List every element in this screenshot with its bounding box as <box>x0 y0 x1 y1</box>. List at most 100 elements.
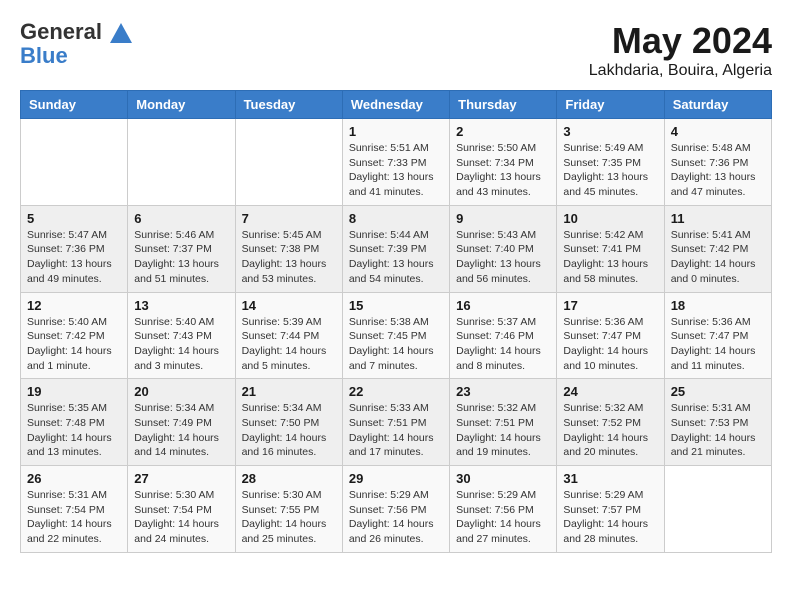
logo: General Blue <box>20 20 132 68</box>
day-number: 9 <box>456 211 550 226</box>
day-cell <box>21 119 128 206</box>
day-cell: 14 Sunrise: 5:39 AM Sunset: 7:44 PM Dayli… <box>235 292 342 379</box>
day-number: 15 <box>349 298 443 313</box>
day-info: Sunrise: 5:42 AM Sunset: 7:41 PM Dayligh… <box>563 228 657 287</box>
day-info: Sunrise: 5:34 AM Sunset: 7:49 PM Dayligh… <box>134 401 228 460</box>
day-cell: 13 Sunrise: 5:40 AM Sunset: 7:43 PM Dayli… <box>128 292 235 379</box>
day-cell: 6 Sunrise: 5:46 AM Sunset: 7:37 PM Daylig… <box>128 205 235 292</box>
day-number: 12 <box>27 298 121 313</box>
day-cell: 17 Sunrise: 5:36 AM Sunset: 7:47 PM Dayli… <box>557 292 664 379</box>
day-info: Sunrise: 5:51 AM Sunset: 7:33 PM Dayligh… <box>349 141 443 200</box>
day-cell: 15 Sunrise: 5:38 AM Sunset: 7:45 PM Dayli… <box>342 292 449 379</box>
day-cell: 18 Sunrise: 5:36 AM Sunset: 7:47 PM Dayli… <box>664 292 771 379</box>
weekday-header-sunday: Sunday <box>21 91 128 119</box>
day-cell: 1 Sunrise: 5:51 AM Sunset: 7:33 PM Daylig… <box>342 119 449 206</box>
day-info: Sunrise: 5:37 AM Sunset: 7:46 PM Dayligh… <box>456 315 550 374</box>
day-number: 4 <box>671 124 765 139</box>
day-info: Sunrise: 5:39 AM Sunset: 7:44 PM Dayligh… <box>242 315 336 374</box>
day-number: 13 <box>134 298 228 313</box>
day-number: 14 <box>242 298 336 313</box>
day-cell: 3Sunrise: 5:49 AM Sunset: 7:35 PM Daylig… <box>557 119 664 206</box>
day-cell: 5Sunrise: 5:47 AM Sunset: 7:36 PM Daylig… <box>21 205 128 292</box>
day-number: 3 <box>563 124 657 139</box>
weekday-header-thursday: Thursday <box>450 91 557 119</box>
day-cell: 22 Sunrise: 5:33 AM Sunset: 7:51 PM Dayli… <box>342 379 449 466</box>
day-cell: 16 Sunrise: 5:37 AM Sunset: 7:46 PM Dayli… <box>450 292 557 379</box>
logo-blue: Blue <box>20 44 132 68</box>
day-number: 26 <box>27 471 121 486</box>
day-cell: 21 Sunrise: 5:34 AM Sunset: 7:50 PM Dayli… <box>235 379 342 466</box>
day-info: Sunrise: 5:32 AM Sunset: 7:51 PM Dayligh… <box>456 401 550 460</box>
title-block: May 2024 Lakhdaria, Bouira, Algeria <box>589 20 772 80</box>
month-title: May 2024 <box>589 20 772 62</box>
day-cell: 10Sunrise: 5:42 AM Sunset: 7:41 PM Dayli… <box>557 205 664 292</box>
day-cell: 7Sunrise: 5:45 AM Sunset: 7:38 PM Daylig… <box>235 205 342 292</box>
day-info: Sunrise: 5:46 AM Sunset: 7:37 PM Dayligh… <box>134 228 228 287</box>
day-cell: 31 Sunrise: 5:29 AM Sunset: 7:57 PM Dayli… <box>557 466 664 553</box>
day-info: Sunrise: 5:31 AM Sunset: 7:54 PM Dayligh… <box>27 488 121 547</box>
day-info: Sunrise: 5:48 AM Sunset: 7:36 PM Dayligh… <box>671 141 765 200</box>
day-info: Sunrise: 5:30 AM Sunset: 7:54 PM Dayligh… <box>134 488 228 547</box>
day-number: 21 <box>242 384 336 399</box>
day-cell: 27 Sunrise: 5:30 AM Sunset: 7:54 PM Dayli… <box>128 466 235 553</box>
day-number: 8 <box>349 211 443 226</box>
page-header: General Blue May 2024 Lakhdaria, Bouira,… <box>20 20 772 80</box>
day-number: 31 <box>563 471 657 486</box>
day-cell <box>664 466 771 553</box>
day-cell: 19Sunrise: 5:35 AM Sunset: 7:48 PM Dayli… <box>21 379 128 466</box>
day-number: 5 <box>27 211 121 226</box>
day-cell <box>235 119 342 206</box>
day-cell: 26 Sunrise: 5:31 AM Sunset: 7:54 PM Dayli… <box>21 466 128 553</box>
calendar-table: SundayMondayTuesdayWednesdayThursdayFrid… <box>20 90 772 553</box>
day-info: Sunrise: 5:36 AM Sunset: 7:47 PM Dayligh… <box>671 315 765 374</box>
weekday-header-saturday: Saturday <box>664 91 771 119</box>
day-cell <box>128 119 235 206</box>
day-cell: 20 Sunrise: 5:34 AM Sunset: 7:49 PM Dayli… <box>128 379 235 466</box>
location: Lakhdaria, Bouira, Algeria <box>589 62 772 80</box>
day-info: Sunrise: 5:29 AM Sunset: 7:57 PM Dayligh… <box>563 488 657 547</box>
day-info: Sunrise: 5:40 AM Sunset: 7:43 PM Dayligh… <box>134 315 228 374</box>
week-row-4: 19Sunrise: 5:35 AM Sunset: 7:48 PM Dayli… <box>21 379 772 466</box>
day-number: 1 <box>349 124 443 139</box>
day-cell: 24Sunrise: 5:32 AM Sunset: 7:52 PM Dayli… <box>557 379 664 466</box>
day-info: Sunrise: 5:33 AM Sunset: 7:51 PM Dayligh… <box>349 401 443 460</box>
day-info: Sunrise: 5:34 AM Sunset: 7:50 PM Dayligh… <box>242 401 336 460</box>
day-number: 11 <box>671 211 765 226</box>
week-row-3: 12 Sunrise: 5:40 AM Sunset: 7:42 PM Dayli… <box>21 292 772 379</box>
day-info: Sunrise: 5:44 AM Sunset: 7:39 PM Dayligh… <box>349 228 443 287</box>
day-cell: 8 Sunrise: 5:44 AM Sunset: 7:39 PM Daylig… <box>342 205 449 292</box>
day-info: Sunrise: 5:38 AM Sunset: 7:45 PM Dayligh… <box>349 315 443 374</box>
week-row-1: 1 Sunrise: 5:51 AM Sunset: 7:33 PM Daylig… <box>21 119 772 206</box>
day-info: Sunrise: 5:31 AM Sunset: 7:53 PM Dayligh… <box>671 401 765 460</box>
day-number: 17 <box>563 298 657 313</box>
day-info: Sunrise: 5:40 AM Sunset: 7:42 PM Dayligh… <box>27 315 121 374</box>
day-info: Sunrise: 5:29 AM Sunset: 7:56 PM Dayligh… <box>349 488 443 547</box>
day-info: Sunrise: 5:45 AM Sunset: 7:38 PM Dayligh… <box>242 228 336 287</box>
day-info: Sunrise: 5:36 AM Sunset: 7:47 PM Dayligh… <box>563 315 657 374</box>
day-number: 23 <box>456 384 550 399</box>
weekday-header-monday: Monday <box>128 91 235 119</box>
weekday-header-friday: Friday <box>557 91 664 119</box>
week-row-2: 5Sunrise: 5:47 AM Sunset: 7:36 PM Daylig… <box>21 205 772 292</box>
day-number: 16 <box>456 298 550 313</box>
weekday-header-wednesday: Wednesday <box>342 91 449 119</box>
day-cell: 2 Sunrise: 5:50 AM Sunset: 7:34 PM Daylig… <box>450 119 557 206</box>
day-number: 2 <box>456 124 550 139</box>
day-cell: 23 Sunrise: 5:32 AM Sunset: 7:51 PM Dayli… <box>450 379 557 466</box>
day-cell: 28Sunrise: 5:30 AM Sunset: 7:55 PM Dayli… <box>235 466 342 553</box>
day-info: Sunrise: 5:41 AM Sunset: 7:42 PM Dayligh… <box>671 228 765 287</box>
day-number: 20 <box>134 384 228 399</box>
logo-text: General <box>20 20 132 44</box>
day-number: 19 <box>27 384 121 399</box>
logo-icon <box>110 23 132 43</box>
day-number: 6 <box>134 211 228 226</box>
day-info: Sunrise: 5:50 AM Sunset: 7:34 PM Dayligh… <box>456 141 550 200</box>
day-number: 18 <box>671 298 765 313</box>
day-cell: 25Sunrise: 5:31 AM Sunset: 7:53 PM Dayli… <box>664 379 771 466</box>
day-number: 29 <box>349 471 443 486</box>
day-number: 22 <box>349 384 443 399</box>
day-info: Sunrise: 5:30 AM Sunset: 7:55 PM Dayligh… <box>242 488 336 547</box>
day-info: Sunrise: 5:29 AM Sunset: 7:56 PM Dayligh… <box>456 488 550 547</box>
day-cell: 30Sunrise: 5:29 AM Sunset: 7:56 PM Dayli… <box>450 466 557 553</box>
day-number: 27 <box>134 471 228 486</box>
